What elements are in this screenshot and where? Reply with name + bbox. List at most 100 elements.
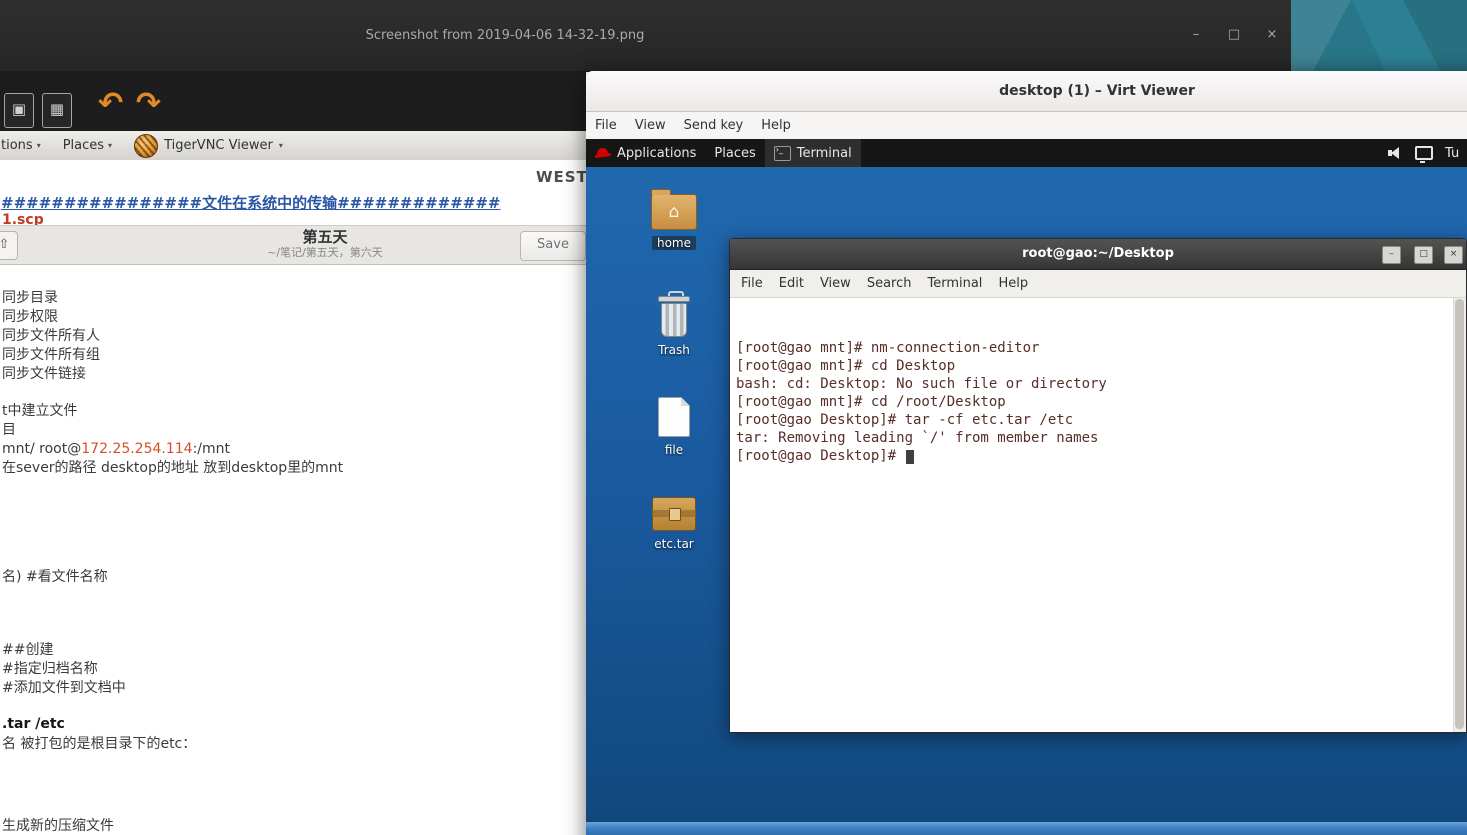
doc-line: 同步文件所有人 <box>2 328 100 344</box>
host-top-panel: tions ▾ Places ▾ TigerVNC Viewer ▾ <box>0 131 586 161</box>
doc-line: .tar /etc <box>2 716 65 732</box>
terminal-output: [root@gao mnt]# nm-connection-editor [roo… <box>736 339 1452 465</box>
guest-menu-applications[interactable]: Applications <box>586 139 705 167</box>
menu-item-view[interactable]: View <box>626 118 675 133</box>
open-button[interactable]: ⇧ <box>0 231 18 260</box>
save-button[interactable]: Save <box>520 231 586 261</box>
menu-places[interactable]: Places ▾ <box>63 138 112 153</box>
terminal-title: root@gao:~/Desktop <box>1022 246 1174 261</box>
minimize-button[interactable]: – <box>1183 22 1209 48</box>
menu-item-help[interactable]: Help <box>752 118 800 133</box>
trash-icon <box>656 291 692 337</box>
terminal-minimize-button[interactable]: – <box>1382 246 1401 264</box>
redo-button[interactable]: ↷ <box>136 87 161 121</box>
guest-top-panel: Applications Places Terminal Tu <box>586 139 1467 167</box>
terminal-menu-item-file[interactable]: File <box>733 276 771 291</box>
editor-header-bar: ⇧ 第五天 ~/笔记/第五天，第六天 Save <box>0 225 586 265</box>
guest-panel-status-area: Tu <box>1388 139 1459 167</box>
doc-line: 同步目录 <box>2 290 58 306</box>
doc-line: 同步文件所有组 <box>2 347 100 363</box>
archive-icon <box>652 497 696 531</box>
document-title-block: 第五天 ~/笔记/第五天，第六天 <box>267 228 383 260</box>
guest-menu-terminal[interactable]: Terminal <box>764 139 861 167</box>
doc-line: 在sever的路径 desktop的地址 放到desktop里的mnt <box>2 460 344 476</box>
maximize-button[interactable]: □ <box>1221 22 1247 48</box>
terminal-line: [root@gao mnt]# cd /root/Desktop <box>736 394 1006 410</box>
house-icon: ⌂ <box>668 201 680 222</box>
terminal-scrollbar[interactable] <box>1453 298 1466 732</box>
tigervnc-icon <box>134 133 159 158</box>
volume-icon[interactable] <box>1388 147 1403 159</box>
scp-prefix: mnt/ root@ <box>2 441 82 457</box>
doc-line: #添加文件到文档中 <box>2 680 126 696</box>
applications-label: tions <box>1 138 33 153</box>
network-icon[interactable] <box>1415 146 1433 163</box>
terminal-window: root@gao:~/Desktop – □ × File Edit View Sea… <box>729 238 1467 733</box>
text-editor-window[interactable]: WESTO ################文件在系统中的传输#########… <box>0 160 586 835</box>
desktop-wallpaper <box>1291 0 1467 71</box>
ip-address: 172.25.254.114 <box>81 441 193 457</box>
guest-places-label: Places <box>714 145 756 161</box>
menu-item-send-key[interactable]: Send key <box>675 118 753 133</box>
virt-viewer-window: desktop (1) – Virt Viewer File View Send k… <box>586 71 1467 835</box>
guest-menu-places[interactable]: Places <box>705 139 764 167</box>
desktop-icon-etc-tar[interactable]: etc.tar <box>642 497 706 551</box>
desktop-icon-label: file <box>664 443 684 457</box>
terminal-menu-item-terminal[interactable]: Terminal <box>919 276 990 291</box>
document-title: 第五天 <box>302 228 348 246</box>
desktop-icon-trash[interactable]: Trash <box>642 291 706 357</box>
keyboard-button[interactable]: ▦ <box>42 93 72 128</box>
terminal-maximize-button[interactable]: □ <box>1414 246 1433 264</box>
chevron-down-icon: ▾ <box>108 141 113 150</box>
doc-line: 生成新的压缩文件 <box>2 818 114 834</box>
terminal-body[interactable]: [root@gao mnt]# nm-connection-editor [roo… <box>730 298 1466 732</box>
undo-button[interactable]: ↶ <box>98 87 123 121</box>
terminal-line: tar: Removing leading `/' from member na… <box>736 430 1099 446</box>
terminal-icon <box>773 145 791 161</box>
terminal-menu-item-search[interactable]: Search <box>859 276 920 291</box>
virt-viewer-menubar: File View Send key Help <box>586 112 1467 140</box>
file-icon <box>658 397 690 437</box>
tigervnc-menu[interactable]: TigerVNC Viewer ▾ <box>134 133 283 158</box>
chevron-down-icon: ▾ <box>36 141 41 150</box>
guest-display: Applications Places Terminal Tu <box>586 139 1467 835</box>
guest-terminal-label: Terminal <box>796 145 852 161</box>
vnc-toolbar: ▣ ▦ ↶ ↷ <box>0 71 586 131</box>
scrollbar-thumb[interactable] <box>1455 299 1464 729</box>
terminal-line: bash: cd: Desktop: No such file or direc… <box>736 376 1107 392</box>
virt-viewer-title: desktop (1) – Virt Viewer <box>999 83 1195 99</box>
terminal-line: [root@gao mnt]# nm-connection-editor <box>736 340 1040 356</box>
virt-viewer-titlebar[interactable]: desktop (1) – Virt Viewer <box>586 71 1467 112</box>
menu-item-file[interactable]: File <box>586 118 626 133</box>
tigervnc-label: TigerVNC Viewer <box>164 138 273 153</box>
image-viewer-titlebar: Screenshot from 2019-04-06 14-32-19.png … <box>0 0 1291 72</box>
clock-label[interactable]: Tu <box>1445 146 1459 161</box>
monitor-button[interactable]: ▣ <box>4 93 34 128</box>
desktop-icon-file[interactable]: file <box>642 397 706 457</box>
terminal-menu-item-view[interactable]: View <box>812 276 859 291</box>
desktop-icon-label: etc.tar <box>654 537 694 551</box>
screen: Screenshot from 2019-04-06 14-32-19.png … <box>0 0 1467 835</box>
redhat-icon <box>595 147 611 160</box>
westos-watermark: WESTO <box>536 168 586 186</box>
trash-lid <box>658 296 690 302</box>
terminal-line: [root@gao mnt]# cd Desktop <box>736 358 956 374</box>
document-path: ~/笔记/第五天，第六天 <box>267 246 383 259</box>
terminal-titlebar[interactable]: root@gao:~/Desktop – □ × <box>730 239 1466 270</box>
doc-line: mnt/ root@172.25.254.114:/mnt <box>2 440 230 459</box>
trash-body <box>661 303 687 337</box>
terminal-close-button[interactable]: × <box>1444 246 1463 264</box>
terminal-menu-item-help[interactable]: Help <box>990 276 1036 291</box>
close-button[interactable]: × <box>1259 22 1285 48</box>
places-label: Places <box>62 138 105 153</box>
guest-applications-label: Applications <box>617 145 697 161</box>
desktop-icon-home[interactable]: ⌂ home <box>642 189 706 250</box>
home-folder-icon: ⌂ <box>651 189 697 230</box>
terminal-line: [root@gao Desktop]# tar -cf etc.tar /etc <box>736 412 1074 428</box>
doc-line: 名 被打包的是根目录下的etc： <box>2 736 197 752</box>
doc-line: 同步权限 <box>2 309 58 325</box>
doc-line: 同步文件链接 <box>2 366 86 382</box>
menu-applications[interactable]: tions ▾ <box>1 138 41 153</box>
terminal-menu-item-edit[interactable]: Edit <box>771 276 812 291</box>
doc-line: 名) #看文件名称 <box>2 569 108 585</box>
